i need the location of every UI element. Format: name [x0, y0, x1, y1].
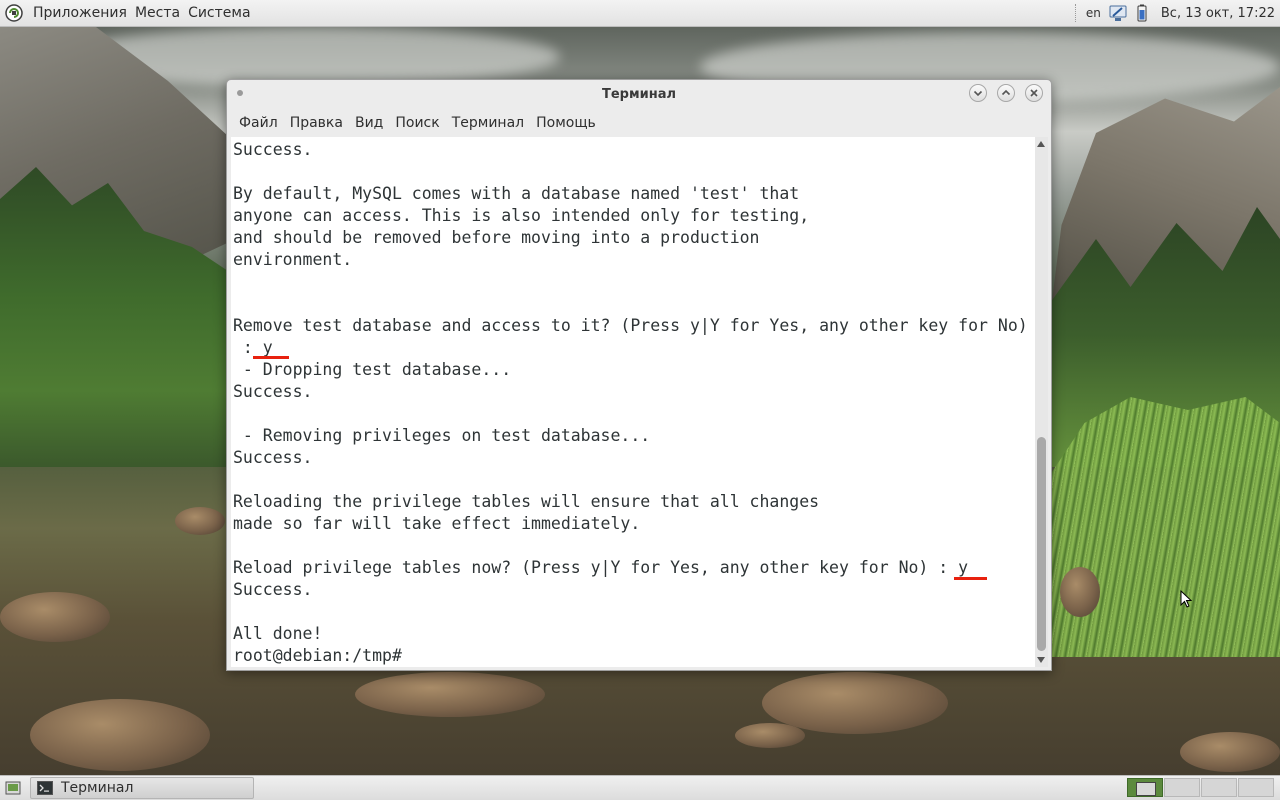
menu-file[interactable]: Файл: [233, 115, 284, 131]
keyboard-layout-indicator[interactable]: en: [1086, 6, 1101, 20]
menu-terminal[interactable]: Терминал: [446, 115, 530, 131]
scroll-up-arrow-icon[interactable]: [1037, 141, 1045, 147]
menu-places[interactable]: Места: [131, 5, 184, 21]
taskbar-item-label: Терминал: [61, 780, 134, 796]
annotation-underline: [253, 356, 289, 359]
terminal-area[interactable]: Success. By default, MySQL comes with a …: [231, 137, 1035, 667]
wallpaper-rock: [1060, 567, 1100, 617]
wallpaper-rock: [735, 723, 805, 748]
wallpaper-rock: [1180, 732, 1280, 772]
scrollbar-thumb[interactable]: [1037, 437, 1046, 651]
terminal-output[interactable]: Success. By default, MySQL comes with a …: [231, 137, 1035, 667]
terminal-icon: [37, 781, 53, 795]
wallpaper-rock: [30, 699, 210, 771]
chevron-down-icon: [973, 90, 983, 97]
workspace-2[interactable]: [1164, 778, 1200, 797]
clock[interactable]: Вс, 13 окт, 17:22: [1161, 6, 1275, 21]
close-icon: [1030, 89, 1038, 97]
wallpaper-grass: [1050, 397, 1280, 657]
window-title: Терминал: [601, 87, 676, 102]
panel-separator: [1074, 4, 1078, 22]
annotation-underline: [954, 577, 987, 580]
panel-tray: en Вс, 13 окт, 17:22: [1067, 0, 1280, 27]
menu-system[interactable]: Система: [184, 5, 254, 21]
window-titlebar[interactable]: Терминал: [227, 80, 1051, 110]
menu-view[interactable]: Вид: [349, 115, 389, 131]
mouse-cursor-icon: [1180, 590, 1192, 608]
show-desktop-icon[interactable]: [5, 780, 21, 796]
terminal-window: Терминал Файл Правка Вид Поиск Терминал …: [226, 79, 1052, 671]
workspace-4[interactable]: [1238, 778, 1274, 797]
bottom-panel: Терминал: [0, 775, 1280, 800]
network-icon[interactable]: [1109, 4, 1127, 22]
menu-help[interactable]: Помощь: [530, 115, 602, 131]
maximize-button[interactable]: [997, 84, 1015, 102]
wallpaper-rock: [175, 507, 225, 535]
wallpaper-rock: [0, 592, 110, 642]
workspace-3[interactable]: [1201, 778, 1237, 797]
taskbar-item-terminal[interactable]: Терминал: [30, 777, 254, 799]
top-panel: Приложения Места Система en Вс, 13 окт, …: [0, 0, 1280, 27]
distro-logo-icon[interactable]: [5, 4, 23, 22]
menu-search[interactable]: Поиск: [389, 115, 445, 131]
minimize-button[interactable]: [969, 84, 987, 102]
battery-icon[interactable]: [1133, 4, 1151, 22]
chevron-up-icon: [1001, 89, 1011, 96]
scroll-down-arrow-icon[interactable]: [1037, 657, 1045, 663]
window-menubar: Файл Правка Вид Поиск Терминал Помощь: [227, 110, 602, 136]
menu-edit[interactable]: Правка: [284, 115, 349, 131]
menu-applications[interactable]: Приложения: [29, 5, 131, 21]
close-button[interactable]: [1025, 84, 1043, 102]
terminal-scrollbar[interactable]: [1035, 137, 1048, 667]
wallpaper-rock: [355, 672, 545, 717]
workspace-window-preview: [1136, 782, 1156, 796]
workspace-1[interactable]: [1127, 778, 1163, 797]
